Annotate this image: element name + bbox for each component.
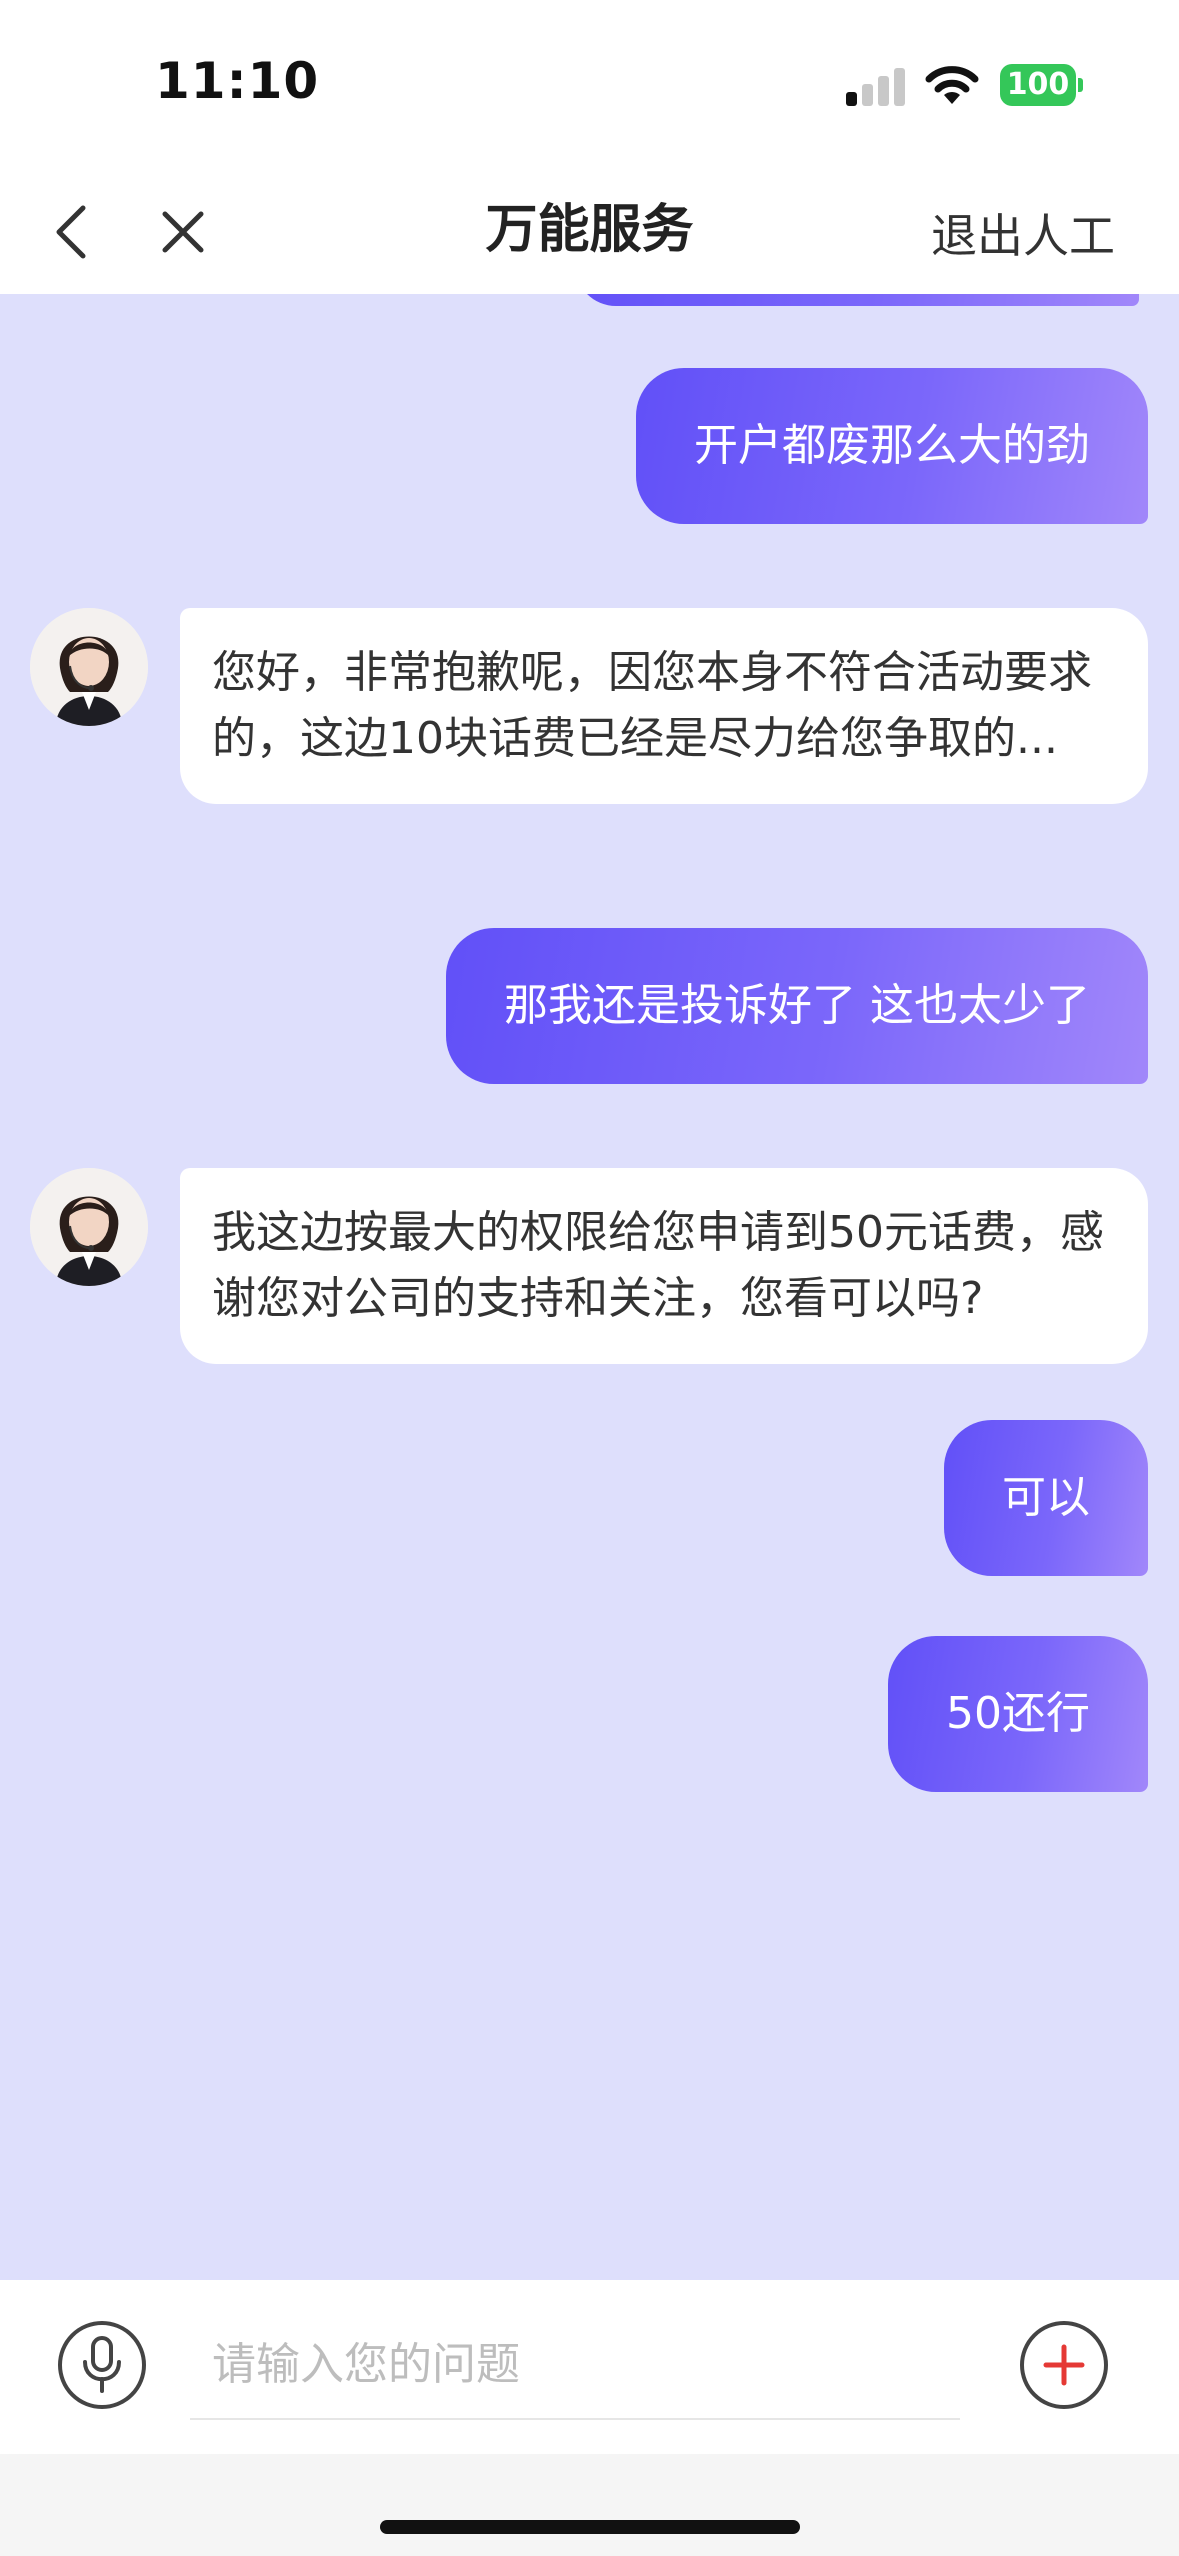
- navigation-bar: 万能服务 退出人工: [0, 170, 1179, 294]
- wifi-icon: [924, 62, 980, 106]
- status-bar: 11:10 100: [0, 0, 1179, 170]
- agent-message-bubble: 您好，非常抱歉呢，因您本身不符合活动要求的，这边10块话费已经是尽力给您争取的.…: [180, 608, 1148, 804]
- close-icon: [162, 211, 204, 253]
- user-message-bubble: 50还行: [888, 1636, 1148, 1792]
- chat-area[interactable]: 开户都废那么大的劲 您好，非常抱歉呢，因您本身不符合活动要求的，这边10块话费已…: [0, 294, 1179, 2280]
- chat-screen: 11:10 100 万能服务 退出人工 开户都废那么大的劲 您好，非常抱歉呢，因…: [0, 0, 1179, 2556]
- agent-avatar-icon: [30, 608, 148, 726]
- agent-avatar-icon: [30, 1168, 148, 1286]
- cellular-signal-icon: [846, 68, 905, 106]
- battery-icon: 100: [1000, 64, 1076, 106]
- user-message-bubble: 可以: [944, 1420, 1148, 1576]
- input-bar: [0, 2280, 1179, 2454]
- add-attachment-button[interactable]: [1020, 2321, 1108, 2409]
- status-time: 11:10: [155, 52, 320, 110]
- message-bubble-partial: [575, 294, 1139, 306]
- agent-avatar: [30, 608, 148, 726]
- back-chevron-icon: [56, 205, 86, 259]
- back-button[interactable]: [38, 196, 104, 268]
- agent-message-bubble: 我这边按最大的权限给您申请到50元话费，感谢您对公司的支持和关注，您看可以吗?: [180, 1168, 1148, 1364]
- user-message-bubble: 那我还是投诉好了 这也太少了: [446, 928, 1148, 1084]
- agent-avatar: [30, 1168, 148, 1286]
- exit-human-service-button[interactable]: 退出人工: [931, 196, 1115, 276]
- close-button[interactable]: [150, 196, 216, 268]
- home-indicator-area: [0, 2454, 1179, 2556]
- add-icon: [1043, 2344, 1085, 2386]
- microphone-icon: [83, 2336, 121, 2393]
- home-indicator[interactable]: [380, 2520, 800, 2534]
- voice-input-button[interactable]: [58, 2321, 146, 2409]
- battery-tip: [1078, 78, 1083, 92]
- user-message-bubble: 开户都废那么大的劲: [636, 368, 1148, 524]
- question-input[interactable]: [190, 2310, 960, 2420]
